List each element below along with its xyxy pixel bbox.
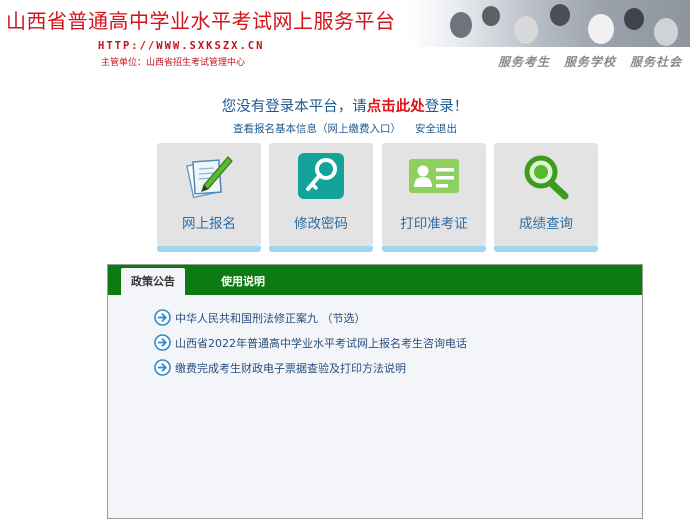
print-admission-ticket-tile[interactable]: 打印准考证: [382, 143, 486, 252]
serve-schools-link[interactable]: 服务学校: [564, 53, 616, 70]
login-notice: 您没有登录本平台，请点击此处登录！: [0, 95, 690, 116]
logout-link[interactable]: 安全退出: [415, 123, 457, 135]
score-query-tile[interactable]: 成绩查询: [494, 143, 598, 252]
change-password-tile[interactable]: 修改密码: [269, 143, 373, 252]
pen-paper-icon: [186, 156, 233, 199]
login-notice-prefix: 您没有登录本平台，请: [221, 99, 367, 115]
tab-usage-instructions[interactable]: 使用说明: [221, 268, 265, 295]
site-sponsor: 主管单位：山西省招生考试管理中心: [101, 58, 246, 68]
announcement-title: 缴费完成考生财政电子票据查验及打印方法说明: [175, 361, 406, 375]
arrow-circle-icon: [154, 334, 171, 351]
serve-society-link[interactable]: 服务社会: [630, 53, 682, 70]
announcement-title: 山西省2022年普通高中学业水平考试网上报名考生咨询电话: [175, 336, 467, 350]
list-item[interactable]: 缴费完成考生财政电子票据查验及打印方法说明: [154, 355, 624, 380]
id-card-icon: [409, 159, 459, 193]
site-header: 山西省普通高中学业水平考试网上服务平台 HTTP://WWW.SXKSZX.CN…: [0, 0, 690, 75]
key-icon: [298, 153, 344, 199]
serve-students-link[interactable]: 服务考生: [498, 53, 550, 70]
login-notice-suffix: 登录！: [424, 99, 469, 115]
arrow-circle-icon: [154, 309, 171, 326]
tile-label: 修改密码: [294, 216, 348, 232]
login-click-here-link[interactable]: 点击此处: [367, 99, 425, 115]
announcement-title: 中华人民共和国刑法修正案九 （节选）: [175, 311, 366, 325]
list-item[interactable]: 山西省2022年普通高中学业水平考试网上报名考生咨询电话: [154, 330, 624, 355]
list-item[interactable]: 中华人民共和国刑法修正案九 （节选）: [154, 305, 624, 330]
tile-label: 网上报名: [182, 216, 236, 232]
site-url: HTTP://WWW.SXKSZX.CN: [98, 40, 265, 52]
online-registration-tile[interactable]: 网上报名: [157, 143, 261, 252]
account-links: 查看报名基本信息（网上缴费入口） 安全退出: [0, 121, 690, 136]
tile-label: 成绩查询: [519, 216, 573, 232]
announcement-list: 中华人民共和国刑法修正案九 （节选） 山西省2022年普通高中学业水平考试网上报…: [154, 305, 624, 380]
panel-tab-bar: 政策公告 使用说明: [108, 265, 642, 295]
announcement-panel: 政策公告 使用说明 中华人民共和国刑法修正案九 （节选） 山西省2022年普通高…: [107, 264, 643, 519]
tab-policy-announcements[interactable]: 政策公告: [121, 268, 185, 295]
site-title: 山西省普通高中学业水平考试网上服务平台: [6, 9, 396, 33]
view-registration-info-link[interactable]: 查看报名基本信息（网上缴费入口）: [233, 123, 401, 135]
header-nav: 服务考生 服务学校 服务社会: [498, 53, 682, 70]
arrow-circle-icon: [154, 359, 171, 376]
header-photo-banner: [410, 0, 690, 47]
tile-label: 打印准考证: [400, 216, 468, 232]
magnifier-icon: [524, 155, 569, 200]
